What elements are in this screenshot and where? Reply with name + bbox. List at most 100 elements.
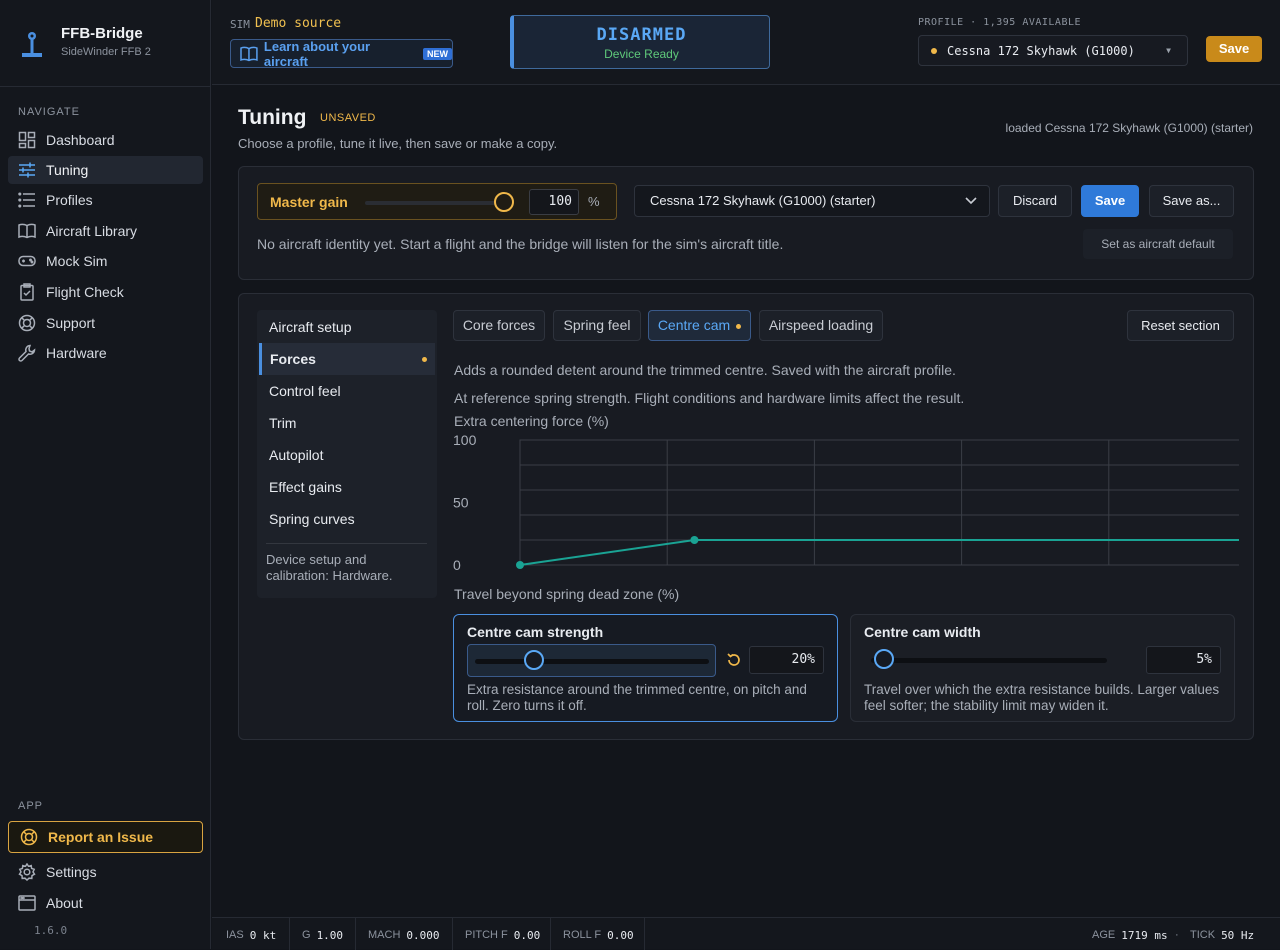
chart-point [516,561,524,569]
reset-icon[interactable] [726,652,742,668]
status-separator-dot: · [1175,929,1179,941]
chart-grid [519,439,1239,566]
profile-select-value: Cessna 172 Skyhawk (G1000) [947,43,1135,58]
reset-section-button[interactable]: Reset section [1127,310,1234,341]
master-gain-control: Master gain 100 % [257,183,617,220]
sidebar-item-label: About [46,895,83,911]
tab-label: Centre cam [657,317,731,333]
sidebar-item-flight-check[interactable]: Flight Check [8,278,203,306]
status-pitch: PITCH F 0.00 [465,928,540,942]
tab-spring-feel[interactable]: Spring feel [553,310,641,341]
master-gain-input[interactable]: 100 [529,189,579,215]
slider-track [871,658,1107,663]
sidebar-item-profiles[interactable]: Profiles [8,186,203,214]
master-gain-label: Master gain [270,194,348,210]
set-aircraft-default-button[interactable]: Set as aircraft default [1083,229,1233,259]
status-age: AGE 1719 ms [1092,928,1168,942]
wrench-icon [18,344,36,362]
top-save-button[interactable]: Save [1206,36,1262,62]
sidebar-item-hardware[interactable]: Hardware [8,339,203,367]
section-item-label: Forces [270,351,316,367]
save-as-button[interactable]: Save as... [1149,185,1234,217]
status-divider [550,918,551,950]
chart-y-tick-label: 0 [453,557,461,573]
navigate-label: NAVIGATE [18,106,80,118]
clipboard-icon [20,283,34,301]
lifebuoy-icon [20,828,38,846]
chart-y-ticks: 100 50 0 [453,432,477,573]
sidebar-item-dashboard[interactable]: Dashboard [8,126,203,154]
sidebar-item-aircraft-library[interactable]: Aircraft Library [8,217,203,245]
sim-label: SIM [230,18,250,31]
status-ias: IAS 0 kt [226,928,276,942]
sidebar-item-tuning[interactable]: Tuning [8,156,203,184]
hardware-note: Device setup and calibration: Hardware. [266,552,393,583]
sidebar-item-about[interactable]: About [8,889,203,917]
sidebar-item-mock-sim[interactable]: Mock Sim [8,247,203,275]
section-item-trim[interactable]: Trim [259,407,435,439]
section-item-aircraft-setup[interactable]: Aircraft setup [259,311,435,343]
gamepad-icon [18,255,36,267]
status-mach: MACH 0.000 [368,928,440,942]
profile-dropdown[interactable]: Cessna 172 Skyhawk (G1000) (starter) [634,185,990,217]
app-subtitle: SideWinder FFB 2 [61,46,151,58]
learn-aircraft-button[interactable]: Learn about your aircraft NEW [230,38,453,69]
section-nav-divider [266,543,427,544]
chevron-down-icon [965,197,977,205]
sidebar-item-label: Tuning [46,162,89,178]
section-description: Adds a rounded detent around the trimmed… [454,362,956,378]
section-item-autopilot[interactable]: Autopilot [259,439,435,471]
status-ias-label: IAS [226,929,244,941]
slider-thumb[interactable] [523,650,544,670]
chart-y-label: Extra centering force (%) [454,413,609,429]
centre-cam-width-input[interactable]: 5% [1146,646,1221,674]
status-bar: IAS 0 kt G 1.00 MACH 0.000 PITCH F 0.00 ROLL… [212,917,1280,950]
save-button[interactable]: Save [1081,185,1139,217]
sidebar-item-label: Aircraft Library [46,223,138,239]
arm-status-title: DISARMED [596,25,687,45]
master-gain-thumb[interactable] [494,192,514,212]
section-item-control-feel[interactable]: Control feel [259,375,435,407]
learn-aircraft-label: Learn about your aircraft [263,38,371,69]
gear-icon [18,863,36,881]
sidebar-item-label: Dashboard [46,132,115,148]
section-item-forces[interactable]: Forces [259,343,435,375]
report-issue-label: Report an Issue [48,829,154,845]
reference-note: At reference spring strength. Flight con… [454,390,965,406]
app-version: 1.6.0 [34,924,68,937]
status-roll-value: 0.00 [607,928,634,942]
tab-core-forces[interactable]: Core forces [453,310,545,341]
status-age-label: AGE [1092,929,1116,941]
chart-y-tick-label: 50 [453,495,469,511]
profile-dropdown-value: Cessna 172 Skyhawk (G1000) (starter) [650,193,876,208]
list-icon [18,192,35,208]
master-gain-slider[interactable] [365,201,505,205]
centre-cam-strength-input[interactable]: 20% [749,646,824,674]
window-icon [18,895,36,911]
sim-source: Demo source [255,16,342,31]
tab-airspeed-loading[interactable]: Airspeed loading [759,310,883,341]
sidebar-item-support[interactable]: Support [8,309,203,337]
profile-select[interactable]: Cessna 172 Skyhawk (G1000) ▼ [918,35,1188,66]
centre-cam-width-slider[interactable] [864,644,1109,677]
slider-thumb[interactable] [873,649,894,669]
centre-cam-strength-slider[interactable] [467,644,716,677]
status-divider [644,918,645,950]
arm-status[interactable]: DISARMED Device Ready [510,15,770,69]
main-content: Tuning UNSAVED Choose a profile, tune it… [212,86,1280,916]
report-issue-button[interactable]: Report an Issue [8,821,203,853]
sidebar-item-label: Hardware [46,345,107,361]
status-tick-label: TICK [1190,929,1216,941]
unsaved-dot [931,47,937,54]
status-pitch-label: PITCH F [465,929,508,941]
centre-cam-strength-title: Centre cam strength [467,624,604,640]
sidebar-item-settings[interactable]: Settings [8,858,203,886]
centre-cam-width-description: Travel over which the extra resistance b… [864,682,1220,713]
section-item-spring-curves[interactable]: Spring curves [259,503,435,535]
section-item-effect-gains[interactable]: Effect gains [259,471,435,503]
unsaved-badge: UNSAVED [320,112,376,124]
modified-dot [422,357,427,362]
tab-centre-cam[interactable]: Centre cam [648,310,751,341]
chevron-down-icon: ▼ [1166,46,1171,55]
discard-button[interactable]: Discard [998,185,1072,217]
